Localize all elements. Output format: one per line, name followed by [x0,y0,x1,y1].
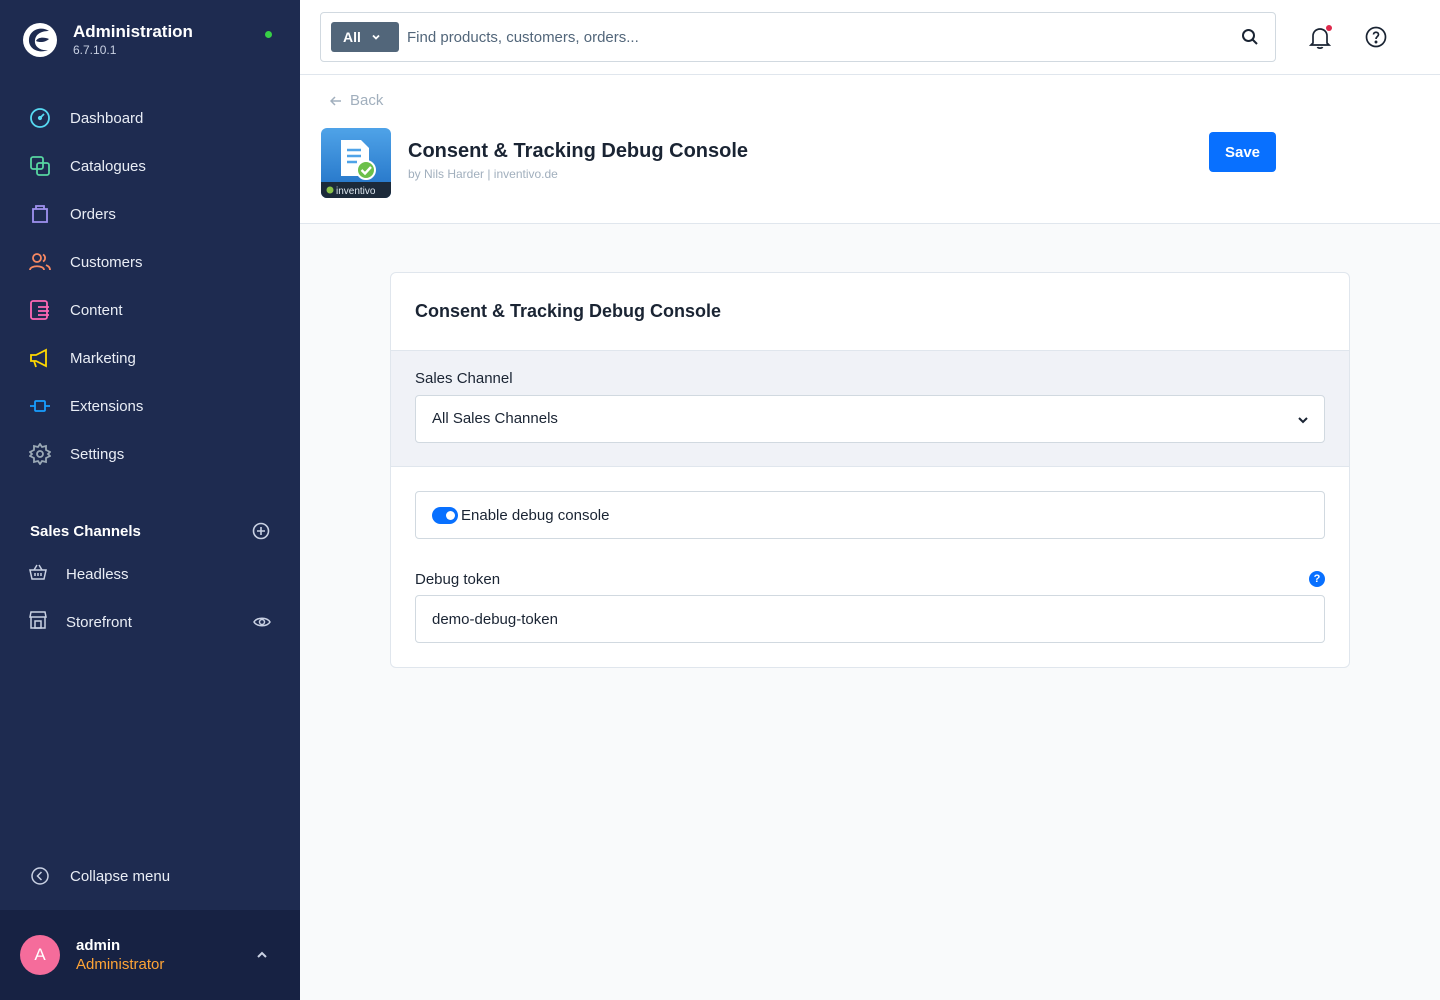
chevron-up-icon[interactable] [255,948,269,962]
settings-icon [29,443,51,465]
collapse-label: Collapse menu [70,867,171,885]
search-icon[interactable] [1241,28,1259,46]
chevron-down-icon [372,34,380,40]
plugin-author: by Nils Harder | inventivo.de [408,167,558,181]
nav-item-content[interactable]: Content [0,286,300,334]
plugin-icon: inventivo [321,128,391,198]
add-sales-channel-icon[interactable] [252,522,270,540]
sales-channel-list: Headless Storefront [0,550,300,646]
card-title: Consent & Tracking Debug Console [415,301,722,321]
search-type-label: All [343,29,361,45]
sales-channel-select[interactable]: All Sales Channels [415,395,1325,443]
smart-bar: Back inventivo Consent & Tracking Debug … [300,75,1440,224]
nav-label: Catalogues [70,157,146,175]
debug-console-toggle-label: Enable debug console [461,507,610,524]
user-name: admin [76,937,121,954]
nav-label: Dashboard [70,109,144,127]
sales-channel-label: Headless [66,565,129,583]
debug-token-input[interactable] [415,595,1325,643]
help-icon[interactable] [1365,26,1387,48]
back-link[interactable]: Back [330,92,383,109]
sales-channel-headless[interactable]: Headless [0,550,300,598]
nav-label: Marketing [70,349,136,367]
user-role: Administrator [76,956,165,973]
catalogue-icon [29,155,51,177]
config-card: Consent & Tracking Debug Console Sales C… [390,272,1350,668]
debug-token-label: Debug token [415,571,501,588]
brand-title: Administration [73,22,193,41]
storefront-icon [29,610,47,634]
global-search: All [320,12,1276,62]
nav-label: Extensions [70,397,144,415]
nav-item-dashboard[interactable]: Dashboard [0,94,300,142]
sales-channels-title: Sales Channels [30,522,141,540]
dashboard-icon [29,107,51,129]
plugin-icon-brand-text: inventivo [336,186,376,197]
debug-console-switch[interactable] [432,507,458,524]
main-nav: Dashboard Catalogues Orders Customers Co… [0,94,300,478]
content-icon [29,299,51,321]
notification-badge [1326,25,1332,31]
nav-item-customers[interactable]: Customers [0,238,300,286]
eye-icon[interactable] [253,614,271,630]
search-type-select[interactable]: All [331,22,399,52]
nav-label: Orders [70,205,116,223]
sales-channel-storefront[interactable]: Storefront [0,598,300,646]
shopware-logo-icon [23,23,57,57]
nav-item-settings[interactable]: Settings [0,430,300,478]
marketing-icon [29,347,51,369]
sales-channel-band: Sales Channel All Sales Channels [391,350,1349,467]
sales-channel-label: Storefront [66,613,132,631]
sales-channel-label: Sales Channel [415,370,513,387]
nav-item-catalogues[interactable]: Catalogues [0,142,300,190]
sales-channels-header: Sales Channels [30,519,270,543]
user-box[interactable]: A admin Administrator [0,910,300,1000]
brand-version: 6.7.10.1 [73,43,117,57]
sidebar: Administration 6.7.10.1 Dashboard Catalo… [0,0,300,1000]
nav-item-orders[interactable]: Orders [0,190,300,238]
customers-icon [29,251,51,273]
basket-icon [29,563,47,586]
back-label: Back [350,92,384,109]
online-status-dot [265,31,272,38]
top-bar: All [300,0,1440,75]
collapse-icon [31,867,49,885]
extensions-icon [29,395,51,417]
nav-item-extensions[interactable]: Extensions [0,382,300,430]
collapse-menu-button[interactable]: Collapse menu [30,866,170,886]
debug-token-help-icon[interactable]: ? [1309,571,1325,587]
brand-text: Administration 6.7.10.1 [73,22,193,58]
page-title: Consent & Tracking Debug Console [408,140,749,162]
search-input[interactable] [407,23,1207,51]
nav-label: Content [70,301,123,319]
nav-label: Customers [70,253,143,271]
brand[interactable]: Administration 6.7.10.1 [22,22,193,58]
switch-knob [446,511,455,520]
chevron-down-icon [1298,417,1308,424]
debug-console-toggle-field: Enable debug console [415,491,1325,539]
nav-item-marketing[interactable]: Marketing [0,334,300,382]
save-button[interactable]: Save [1209,132,1276,172]
nav-label: Settings [70,445,125,463]
arrow-left-icon [330,95,341,106]
sales-channel-value: All Sales Channels [432,410,558,427]
orders-icon [29,203,51,225]
avatar: A [20,935,60,975]
